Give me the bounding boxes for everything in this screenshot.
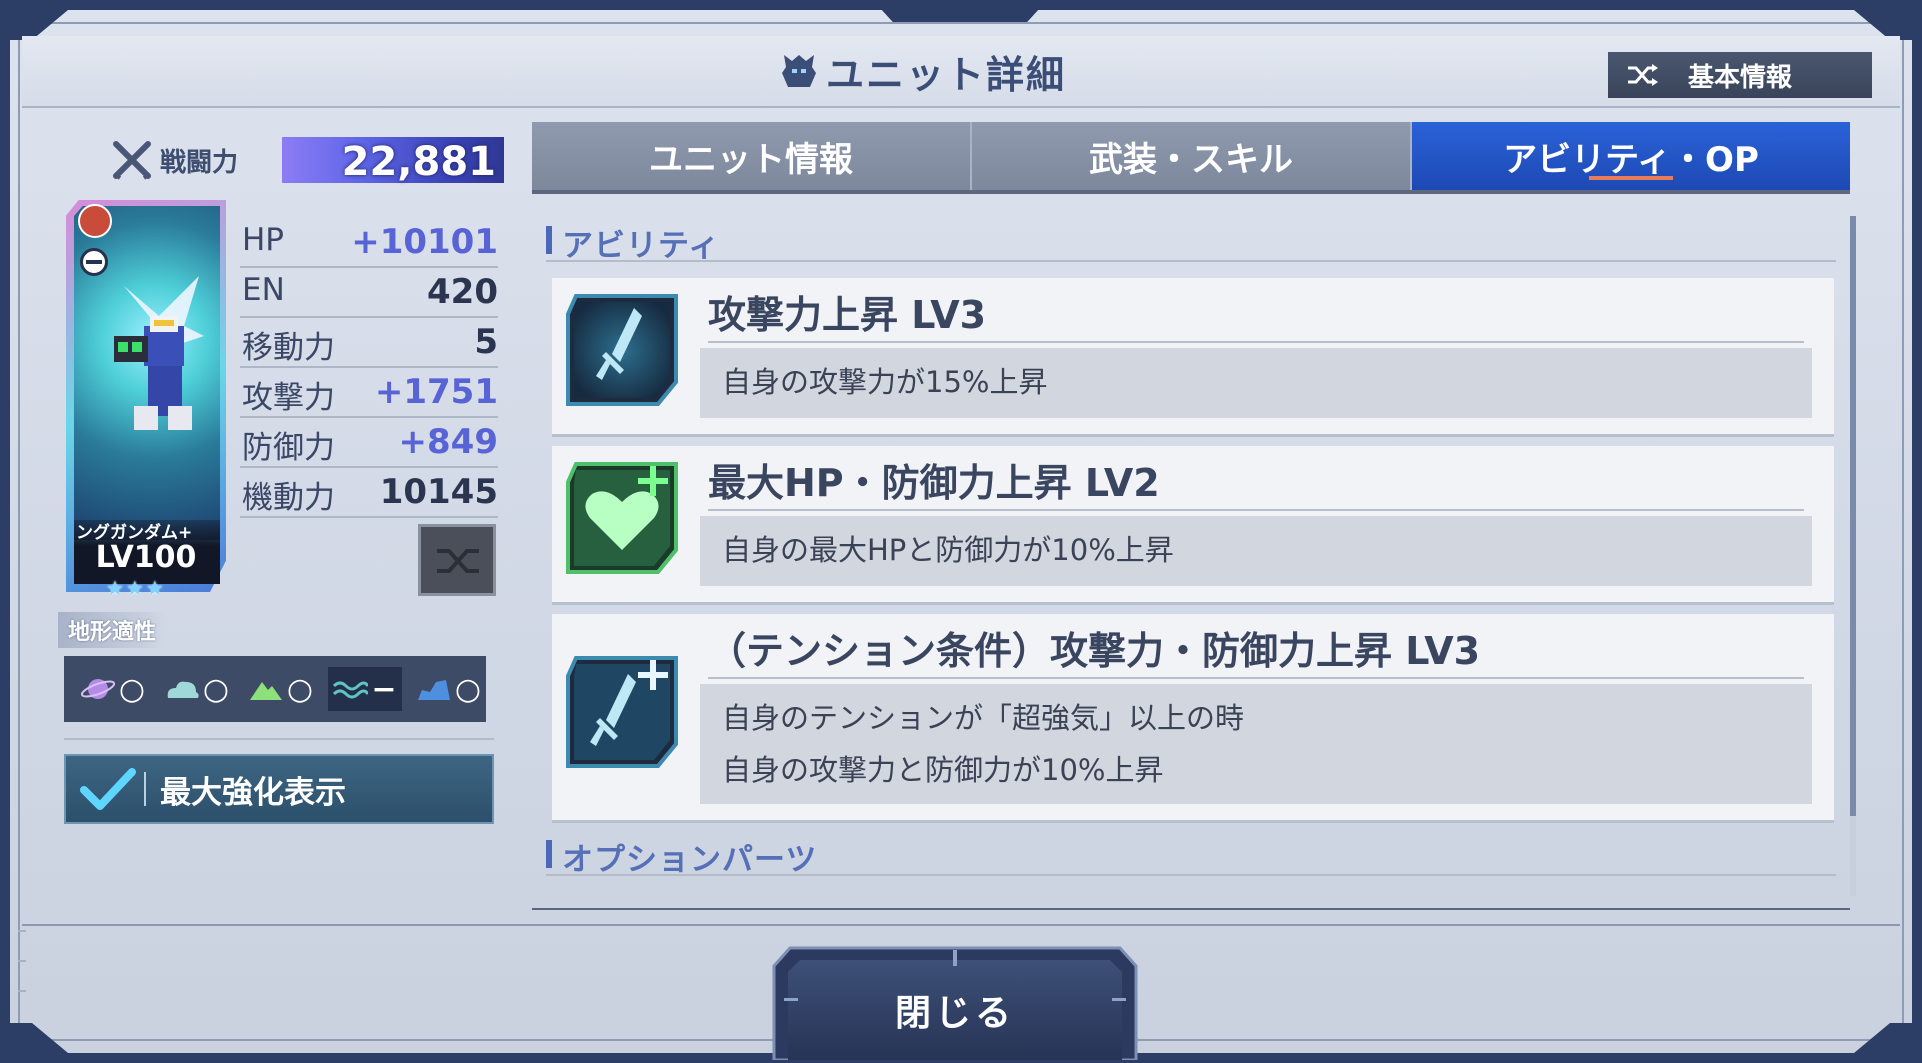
terrain-grade: − xyxy=(371,671,397,707)
unit-level: LV100 xyxy=(95,540,197,575)
ability-description: 自身のテンションが「超強気」以上の時 自身の攻撃力と防御力が10%上昇 xyxy=(700,684,1812,804)
sword-icon xyxy=(566,294,678,406)
tab-unit-info[interactable]: ユニット情報 xyxy=(532,122,970,190)
terrain-item-ground: ○ xyxy=(244,667,318,711)
basic-info-button[interactable]: 基本情報 xyxy=(1608,52,1872,98)
section-marker xyxy=(546,226,552,254)
frame-tick xyxy=(18,990,26,992)
frame-tick xyxy=(18,930,26,932)
terrain-aptitude-bar: ○ ○ ○ − ○ xyxy=(64,656,486,722)
tab-label: ユニット情報 xyxy=(649,139,853,180)
stat-label: 防御力 xyxy=(242,430,335,466)
basic-info-label: 基本情報 xyxy=(1688,62,1793,93)
sword-plus-icon xyxy=(566,656,678,768)
air-cloud-icon xyxy=(167,681,199,698)
ability-description-line: 自身の最大HPと防御力が10%上昇 xyxy=(722,533,1174,567)
water-wave-icon xyxy=(332,681,368,699)
ability-card: 攻撃力上昇 LV3 自身の攻撃力が15%上昇 xyxy=(552,278,1834,434)
abilities-section-header: アビリティ xyxy=(546,220,1836,264)
unit-detail-screen: { "header": { "title": "ユニット詳細", "basic_… xyxy=(0,0,1922,1063)
space-planet-icon xyxy=(80,679,116,699)
unit-card[interactable]: ングガンダム+ LV100 ★★★ xyxy=(66,200,226,600)
stat-value: +849 xyxy=(398,422,498,462)
stat-value: +10101 xyxy=(351,222,498,262)
stat-value: 420 xyxy=(427,272,498,312)
frame-top-notch xyxy=(880,8,1040,22)
ability-description-line: 自身の攻撃力と防御力が10%上昇 xyxy=(722,753,1164,787)
option-parts-section-header: オプションパーツ xyxy=(546,834,1836,878)
stat-row-en: EN 420 xyxy=(240,270,498,318)
section-title: オプションパーツ xyxy=(562,842,818,878)
frame-tick xyxy=(18,960,26,962)
stat-value: 10145 xyxy=(379,472,498,512)
close-label: 閉じる xyxy=(894,993,1015,1034)
terrain-item-air: ○ xyxy=(160,667,234,711)
ability-description: 自身の最大HPと防御力が10%上昇 xyxy=(700,516,1812,586)
stat-row-move: 移動力 5 xyxy=(240,320,498,368)
tab-label: アビリティ・OP xyxy=(1503,139,1759,180)
ability-description-line: 自身の攻撃力が15%上昇 xyxy=(722,365,1048,399)
combat-power-label: 戦闘力 xyxy=(160,148,239,178)
terrain-label: 地形適性 xyxy=(58,612,167,648)
stat-label: 攻撃力 xyxy=(242,380,335,416)
section-title: アビリティ xyxy=(562,228,721,264)
page-title: ユニット詳細 xyxy=(780,46,1067,97)
separator xyxy=(144,772,146,806)
ability-name: （テンション条件）攻撃力・防御力上昇 LV3 xyxy=(708,620,1804,679)
shuffle-icon xyxy=(1628,64,1658,86)
close-button[interactable]: 閉じる xyxy=(770,944,1140,1060)
stat-row-mobility: 機動力 10145 xyxy=(240,470,498,518)
terrain-item-land: ○ xyxy=(412,667,486,711)
terrain-item-space: ○ xyxy=(76,667,150,711)
ground-mountain-icon xyxy=(250,682,282,700)
heart-plus-icon xyxy=(566,462,678,574)
mecha-illustration xyxy=(114,276,204,430)
tab-weapons-skills[interactable]: 武装・スキル xyxy=(970,122,1410,190)
stat-label: HP xyxy=(242,222,285,258)
content-bottom-line xyxy=(532,908,1850,910)
crossed-swords-icon xyxy=(112,141,152,180)
terrain-item-water: − xyxy=(328,667,402,711)
stat-label: EN xyxy=(242,272,285,308)
ability-name: 最大HP・防御力上昇 LV2 xyxy=(708,452,1804,511)
terrain-grade: ○ xyxy=(286,671,314,707)
page-title-text: ユニット詳細 xyxy=(826,52,1067,97)
unit-type-badge-icon xyxy=(80,248,108,276)
ability-card: （テンション条件）攻撃力・防御力上昇 LV3 自身のテンションが「超強気」以上の… xyxy=(552,614,1834,820)
divider xyxy=(64,738,494,740)
stat-label: 機動力 xyxy=(242,480,335,516)
stat-row-hp: HP +10101 xyxy=(240,220,498,268)
section-marker xyxy=(546,840,552,868)
ability-description: 自身の攻撃力が15%上昇 xyxy=(700,348,1812,418)
terrain-grade: ○ xyxy=(118,671,146,707)
mobile-suit-head-icon xyxy=(782,55,816,87)
terrain-grade: ○ xyxy=(202,671,230,707)
terrain-grade: ○ xyxy=(454,671,482,707)
stat-value: +1751 xyxy=(374,372,498,412)
combat-power-value: 22,881 xyxy=(341,139,496,185)
ability-name: 攻撃力上昇 LV3 xyxy=(708,284,1804,343)
detail-tabs: ユニット情報 武装・スキル アビリティ・OP xyxy=(532,122,1850,190)
attack-type-badge-icon xyxy=(78,204,112,238)
stat-row-attack: 攻撃力 +1751 xyxy=(240,370,498,418)
max-enhance-toggle[interactable]: 最大強化表示 xyxy=(64,754,494,824)
max-enhance-label: 最大強化表示 xyxy=(160,774,346,811)
stat-row-defense: 防御力 +849 xyxy=(240,420,498,468)
shuffle-icon xyxy=(437,549,479,573)
tab-label: 武装・スキル xyxy=(1089,139,1293,180)
unit-rarity-stars: ★★★ xyxy=(106,576,166,600)
tabs-underline xyxy=(532,190,1850,194)
stat-label: 移動力 xyxy=(242,330,335,366)
stat-value: 5 xyxy=(474,322,498,362)
combat-power-bar: 22,881 xyxy=(282,137,504,185)
tab-abilities-op[interactable]: アビリティ・OP xyxy=(1410,122,1850,190)
ability-description-line: 自身のテンションが「超強気」以上の時 xyxy=(722,701,1245,735)
footer-divider xyxy=(22,924,1900,926)
ability-card: 最大HP・防御力上昇 LV2 自身の最大HPと防御力が10%上昇 xyxy=(552,446,1834,602)
swap-unit-button[interactable] xyxy=(418,524,496,596)
checkmark-icon xyxy=(80,768,136,810)
scrollbar-thumb[interactable] xyxy=(1850,216,1856,816)
land-terrain-icon xyxy=(418,680,450,700)
